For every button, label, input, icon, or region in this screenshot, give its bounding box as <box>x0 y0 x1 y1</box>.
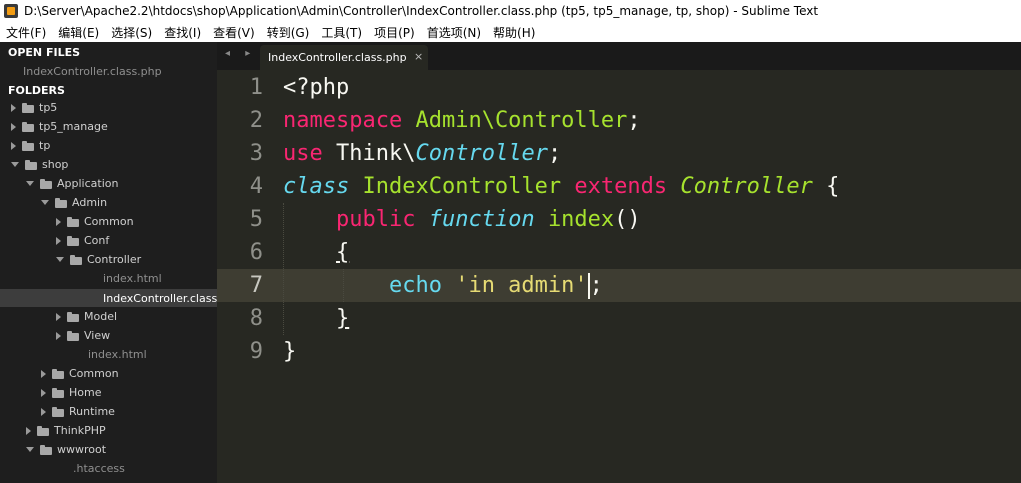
code-editor[interactable]: 1 2 3 4 5 6 7 8 9 <?php namespace Admin\… <box>217 70 1021 483</box>
menu-project[interactable]: 项目(P) <box>374 24 415 41</box>
tab-index-controller[interactable]: IndexController.class.php × <box>260 45 428 70</box>
menu-file[interactable]: 文件(F) <box>6 24 46 41</box>
sublime-text-icon <box>4 4 18 18</box>
tree-item-tp[interactable]: tp <box>11 139 50 152</box>
sidebar: OPEN FILES IndexController.class.php FOL… <box>0 42 217 483</box>
tab-bar: ◂ ▸ IndexController.class.php × <box>217 42 1021 70</box>
tree-item-thinkphp[interactable]: ThinkPHP <box>26 424 106 437</box>
menu-preferences[interactable]: 首选项(N) <box>427 24 481 41</box>
chevron-right-icon[interactable] <box>11 103 16 112</box>
code-line-1: <?php <box>283 75 350 100</box>
folder-icon <box>37 425 49 436</box>
folder-icon <box>67 235 79 246</box>
tree-item-view[interactable]: View <box>56 329 110 342</box>
menu-edit[interactable]: 编辑(E) <box>58 24 99 41</box>
chevron-right-icon[interactable] <box>56 312 61 321</box>
tree-item-wwwroot[interactable]: wwwroot <box>26 443 106 456</box>
menu-bar: 文件(F) 编辑(E) 选择(S) 查找(I) 查看(V) 转到(G) 工具(T… <box>0 22 1021 42</box>
line-number-active: 7 <box>249 273 263 298</box>
chevron-right-icon[interactable] <box>41 388 46 397</box>
window-title: D:\Server\Apache2.2\htdocs\shop\Applicat… <box>24 4 819 18</box>
tree-item-shop[interactable]: shop <box>11 158 68 171</box>
tree-item-tp5[interactable]: tp5 <box>11 101 57 114</box>
tree-file-index-controller[interactable]: IndexController.class.p <box>0 289 217 307</box>
line-number: 3 <box>249 141 263 166</box>
code-line-2: namespace Admin\Controller; <box>283 108 641 133</box>
open-files-header: OPEN FILES <box>8 46 81 59</box>
chevron-down-icon[interactable] <box>26 447 34 452</box>
tab-label: IndexController.class.php <box>268 51 407 64</box>
chevron-right-icon[interactable] <box>56 217 61 226</box>
code-line-3: use Think\Controller; <box>283 141 562 166</box>
folder-icon <box>70 254 82 265</box>
chevron-right-icon[interactable] <box>11 122 16 131</box>
tab-nav-arrows[interactable]: ◂ ▸ <box>225 48 256 59</box>
folder-icon <box>22 121 34 132</box>
chevron-right-icon[interactable] <box>41 369 46 378</box>
line-number: 5 <box>249 207 263 232</box>
chevron-right-icon[interactable] <box>11 141 16 150</box>
chevron-right-icon[interactable] <box>41 407 46 416</box>
chevron-right-icon[interactable] <box>26 426 31 435</box>
open-file-label: IndexController.class.php <box>23 64 162 78</box>
folder-icon <box>22 140 34 151</box>
chevron-right-icon[interactable] <box>56 331 61 340</box>
chevron-down-icon[interactable] <box>41 200 49 205</box>
tree-item-runtime[interactable]: Runtime <box>41 405 115 418</box>
close-icon[interactable]: × <box>414 50 423 63</box>
menu-tools[interactable]: 工具(T) <box>321 24 362 41</box>
folder-icon <box>40 444 52 455</box>
folder-icon <box>22 102 34 113</box>
menu-view[interactable]: 查看(V) <box>213 24 255 41</box>
open-file-item[interactable]: IndexController.class.php <box>23 64 162 78</box>
folder-icon <box>67 216 79 227</box>
chevron-down-icon[interactable] <box>26 181 34 186</box>
menu-goto[interactable]: 转到(G) <box>267 24 310 41</box>
folders-header: FOLDERS <box>8 84 65 97</box>
chevron-down-icon[interactable] <box>11 162 19 167</box>
line-number: 9 <box>249 339 263 364</box>
code-line-5: public function index() <box>335 207 641 232</box>
tree-item-application[interactable]: Application <box>26 177 118 190</box>
tree-item-controller[interactable]: Controller <box>56 253 141 266</box>
tree-item-admin-common[interactable]: Common <box>56 215 134 228</box>
chevron-down-icon[interactable] <box>56 257 64 262</box>
folder-icon <box>25 159 37 170</box>
line-number: 4 <box>249 174 263 199</box>
tree-item-conf[interactable]: Conf <box>56 234 109 247</box>
code-line-6: { <box>335 240 350 265</box>
tree-file-htaccess[interactable]: .htaccess <box>73 462 125 475</box>
code-line-9: } <box>283 339 297 364</box>
code-line-8: } <box>335 306 350 331</box>
tree-item-tp5-manage[interactable]: tp5_manage <box>11 120 108 133</box>
folder-icon <box>67 311 79 322</box>
menu-selection[interactable]: 选择(S) <box>111 24 152 41</box>
tree-item-home[interactable]: Home <box>41 386 101 399</box>
chevron-right-icon[interactable] <box>56 236 61 245</box>
title-bar: D:\Server\Apache2.2\htdocs\shop\Applicat… <box>0 0 1021 22</box>
folder-icon <box>52 406 64 417</box>
menu-find[interactable]: 查找(I) <box>164 24 201 41</box>
folder-icon <box>67 330 79 341</box>
tree-item-admin[interactable]: Admin <box>41 196 107 209</box>
tree-item-model[interactable]: Model <box>56 310 117 323</box>
tree-file-controller-index-html[interactable]: index.html <box>103 272 162 285</box>
tree-file-admin-index-html[interactable]: index.html <box>88 348 147 361</box>
line-number: 1 <box>249 75 263 100</box>
menu-help[interactable]: 帮助(H) <box>493 24 535 41</box>
folder-icon <box>55 197 67 208</box>
folder-icon <box>40 178 52 189</box>
code-line-4: class IndexController extends Controller… <box>283 174 840 199</box>
line-number: 2 <box>249 108 263 133</box>
folder-icon <box>52 368 64 379</box>
line-number: 8 <box>249 306 263 331</box>
line-number: 6 <box>249 240 263 265</box>
tree-item-app-common[interactable]: Common <box>41 367 119 380</box>
folder-icon <box>52 387 64 398</box>
code-line-7: echo 'in admin'; <box>388 273 603 299</box>
